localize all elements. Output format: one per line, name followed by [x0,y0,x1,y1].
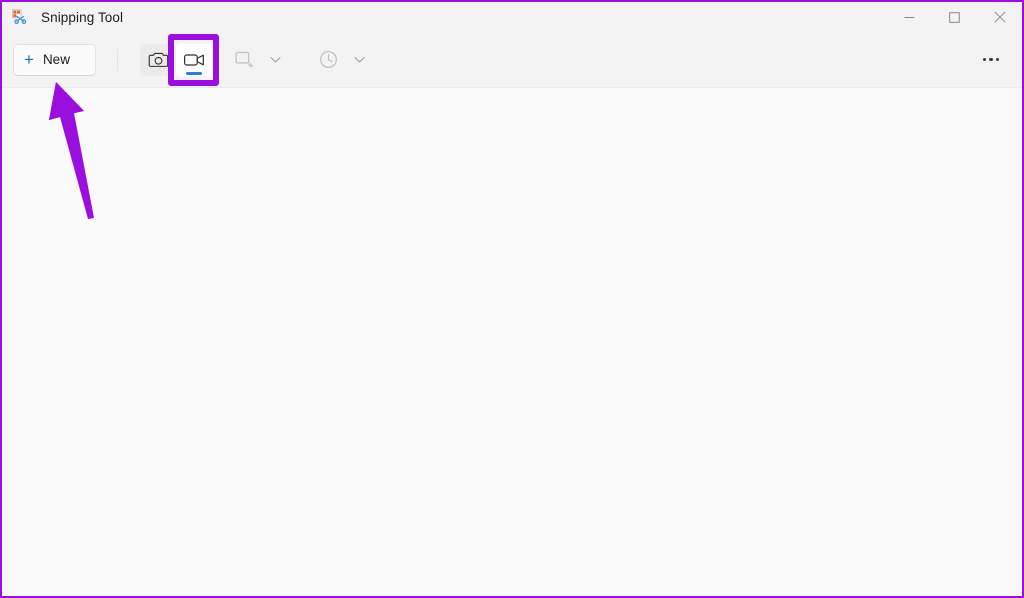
title-bar: Snipping Tool [2,2,1022,32]
ellipsis-icon [995,57,1000,62]
snip-mode-button[interactable] [226,44,262,76]
record-mode-button[interactable] [176,43,212,76]
new-button[interactable]: + New [13,43,96,76]
camera-icon [148,52,168,67]
close-button[interactable] [977,2,1022,32]
maximize-icon [949,11,960,23]
window-controls [887,2,1022,32]
clock-icon [319,51,337,68]
minimize-icon [904,16,915,18]
see-more-button[interactable] [974,44,1008,76]
toolbar: + New [2,32,1022,88]
snip-mode-dropdown-button[interactable] [262,44,288,76]
chevron-down-icon [353,57,365,63]
content-area [2,88,1022,596]
close-icon [993,11,1006,23]
window-title: Snipping Tool [41,9,124,25]
new-button-label: New [42,52,70,67]
maximize-button[interactable] [932,2,977,32]
plus-icon: + [24,49,34,69]
video-camera-icon [184,53,204,66]
selected-indicator [186,71,202,75]
minimize-button[interactable] [887,2,932,32]
snipping-tool-window: Snipping Tool + New [0,0,1024,598]
delay-dropdown-button[interactable] [346,44,372,76]
snipping-tool-icon [11,9,27,25]
toolbar-divider [117,48,118,71]
rectangle-snip-icon [235,51,253,68]
capture-mode-group [140,43,372,76]
chevron-down-icon [269,57,281,63]
ellipsis-icon [989,57,993,62]
screenshot-mode-button[interactable] [140,43,176,76]
delay-button[interactable] [310,44,346,76]
ellipsis-icon [982,57,987,62]
